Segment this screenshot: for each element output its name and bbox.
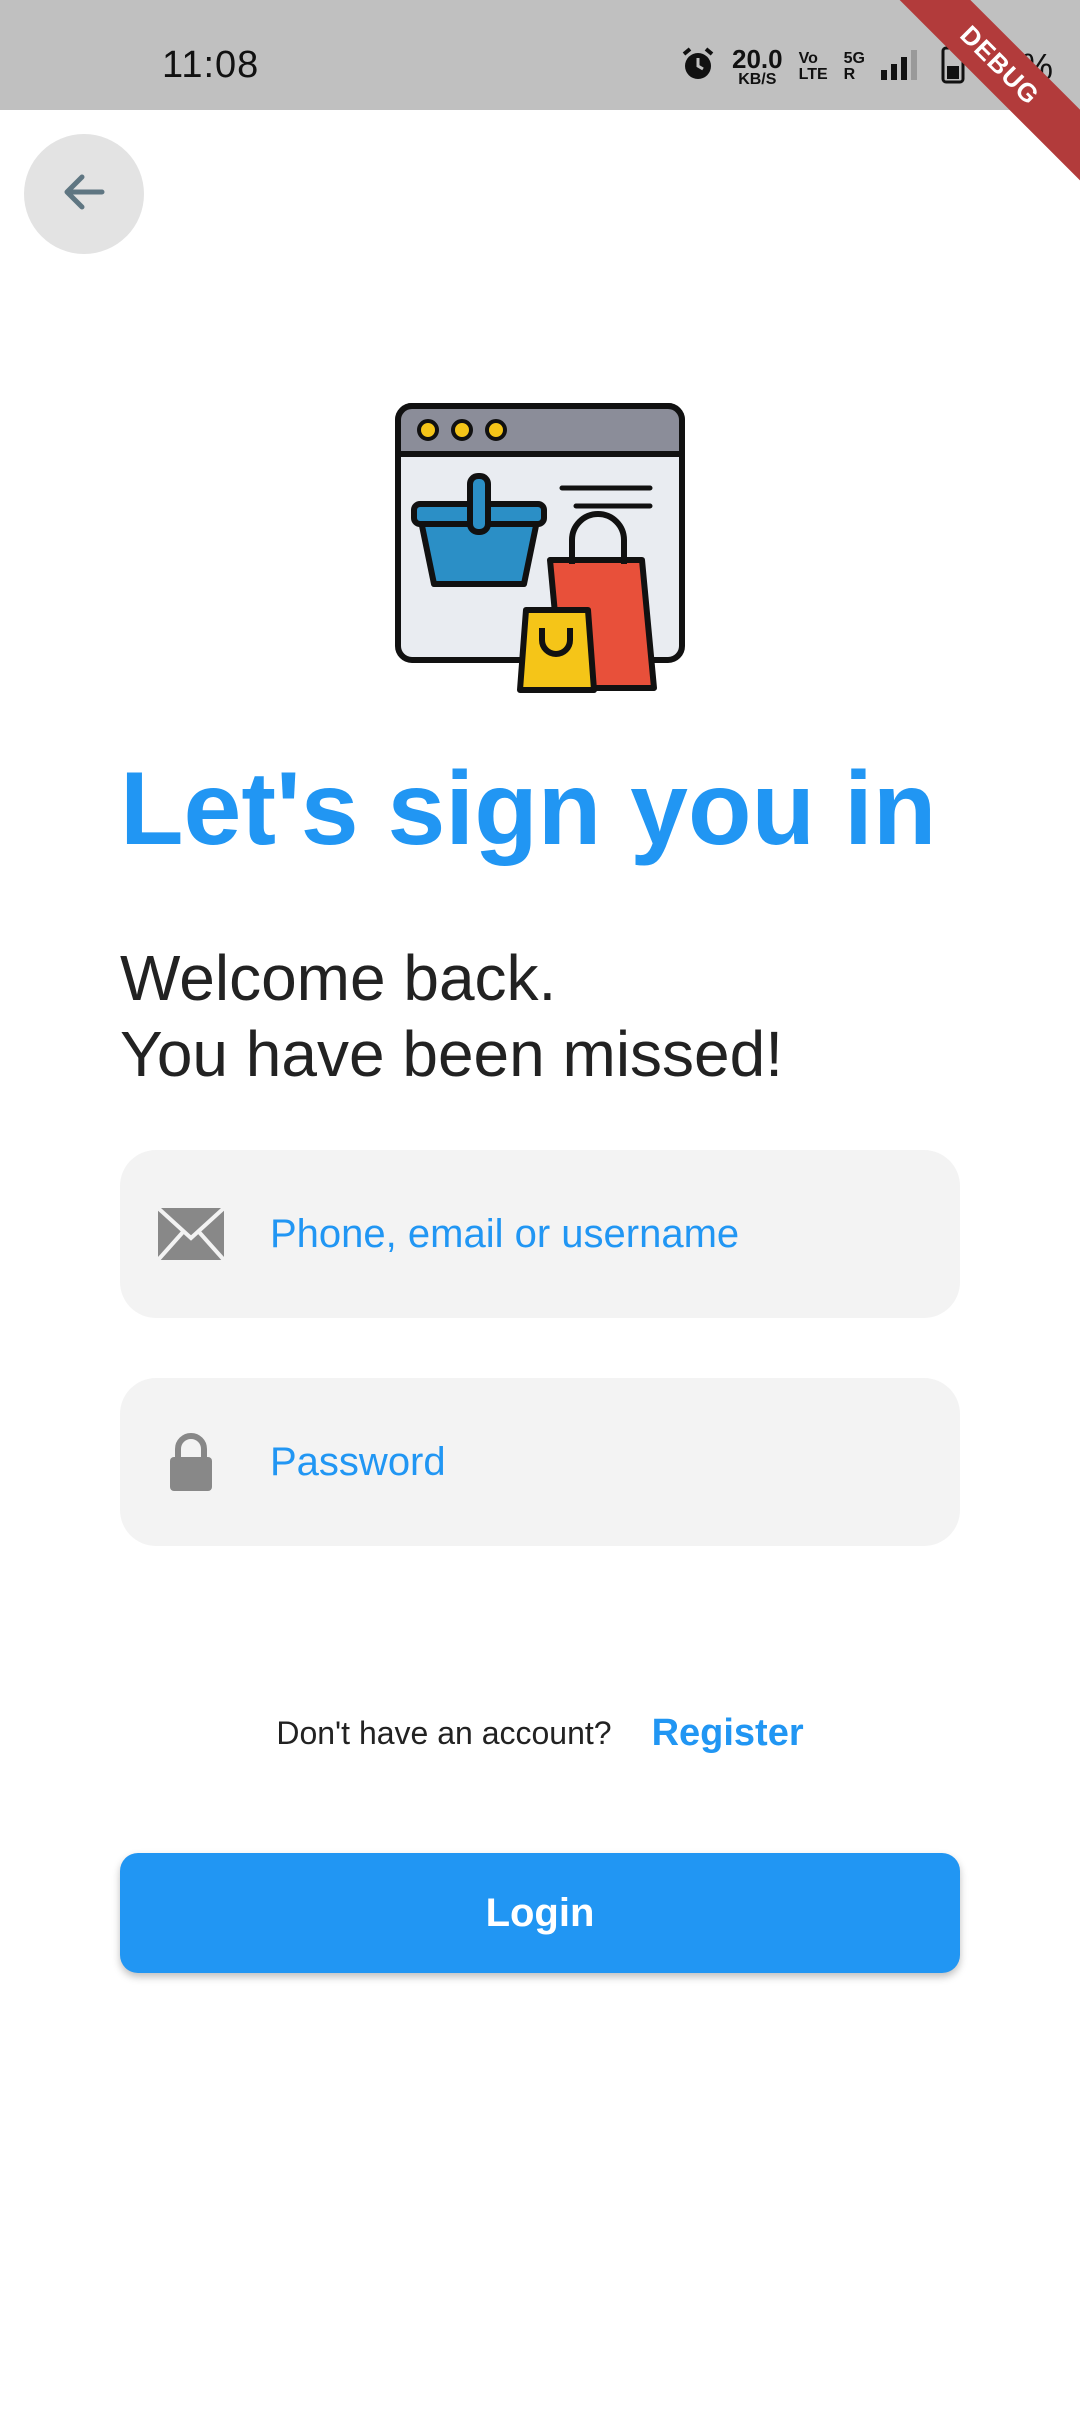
welcome-message: Welcome back. You have been missed!: [120, 940, 783, 1092]
shopping-window-icon: [392, 400, 688, 696]
register-question: Don't have an account?: [276, 1715, 612, 1751]
volte-indicator: Vo LTE: [798, 49, 828, 83]
back-button[interactable]: [24, 134, 144, 254]
password-input[interactable]: [268, 1438, 868, 1486]
welcome-line-1: Welcome back.: [120, 942, 557, 1014]
login-button[interactable]: Login: [120, 1853, 960, 1973]
status-time: 11:08: [162, 44, 260, 86]
volte-top: Vo: [798, 49, 818, 67]
speed-unit: KB/S: [738, 70, 777, 88]
envelope-icon: [156, 1206, 226, 1262]
volte-bottom: LTE: [798, 65, 828, 83]
register-link[interactable]: Register: [652, 1712, 804, 1755]
email-field[interactable]: [120, 1150, 960, 1318]
lock-icon: [156, 1431, 226, 1493]
speed-value: 20.0: [732, 43, 783, 74]
network-speed: 20.0 KB/S: [732, 46, 783, 88]
arrow-left-icon: [56, 164, 112, 225]
email-input[interactable]: [268, 1210, 868, 1258]
password-field[interactable]: [120, 1378, 960, 1546]
network-bottom: R: [843, 65, 856, 83]
welcome-line-2: You have been missed!: [120, 1018, 783, 1090]
signal-icon: [880, 48, 925, 85]
register-row: Don't have an account? Register: [0, 1712, 1080, 1755]
network-type: 5G R: [843, 49, 865, 83]
page-title: Let's sign you in: [120, 751, 937, 867]
alarm-icon: [680, 46, 716, 87]
network-top: 5G: [843, 49, 865, 67]
